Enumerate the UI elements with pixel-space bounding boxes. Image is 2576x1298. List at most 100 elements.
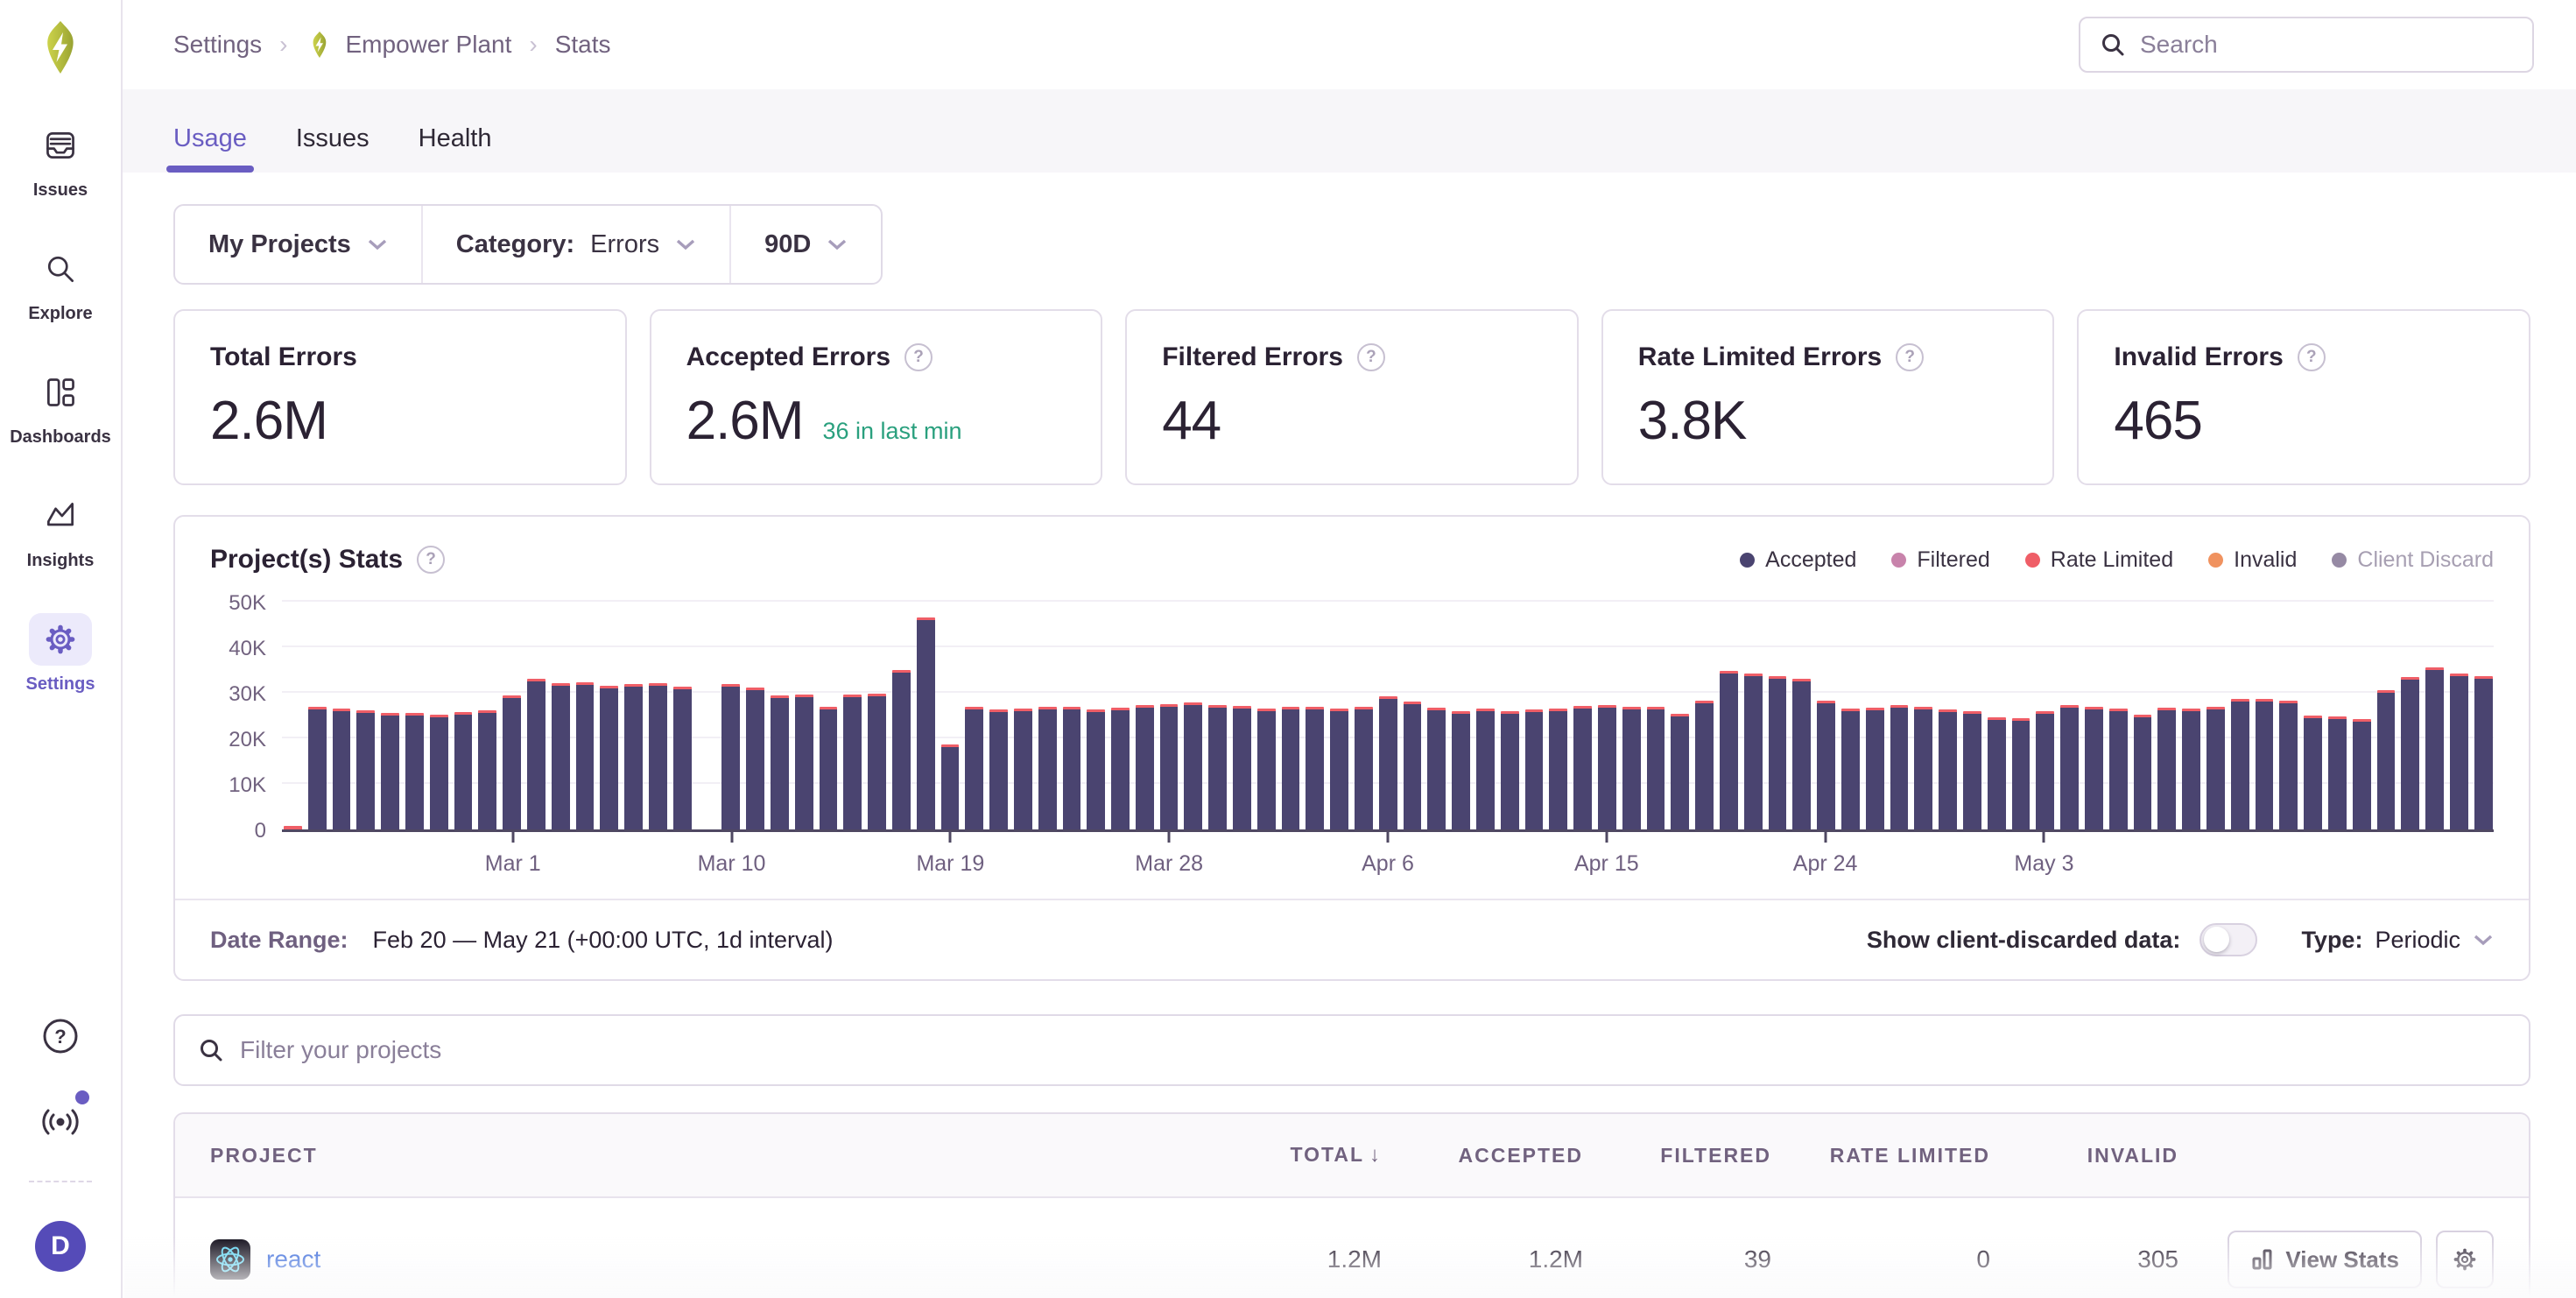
project-link[interactable]: react	[266, 1245, 320, 1273]
card-note: 36 in last min	[822, 418, 961, 445]
sidebar-item-dashboards[interactable]: Dashboards	[10, 366, 111, 448]
chart-bar	[1792, 679, 1811, 829]
chart-bar	[1038, 707, 1057, 829]
client-discard-toggle[interactable]	[2199, 923, 2257, 956]
card-invalid-errors: Invalid Errors ? 465	[2077, 309, 2530, 485]
chart-bar	[1866, 708, 1884, 829]
legend-dot	[2332, 553, 2347, 568]
chart-bar	[454, 712, 473, 829]
chart-bar	[989, 709, 1008, 829]
help-button[interactable]: ?	[40, 1016, 81, 1061]
chart-bar	[1111, 708, 1130, 829]
date-range-selector[interactable]: 90D	[729, 206, 881, 283]
legend-client-discard[interactable]: Client Discard	[2332, 547, 2494, 573]
breadcrumb-settings[interactable]: Settings	[173, 31, 262, 59]
project-selector[interactable]: My Projects	[175, 206, 421, 283]
help-icon[interactable]: ?	[904, 343, 933, 371]
help-icon[interactable]: ?	[2298, 343, 2326, 371]
chart-bar	[1136, 705, 1154, 829]
react-platform-icon	[210, 1239, 250, 1280]
breadcrumb-project[interactable]: Empower Plant	[306, 31, 512, 59]
x-tick-label: Apr 15	[1574, 851, 1639, 877]
chart-bar	[965, 707, 983, 829]
x-tick-label: Mar 28	[1135, 851, 1203, 877]
chart-bar	[2231, 699, 2249, 829]
chart-bar	[1549, 709, 1567, 829]
x-tick-label: Mar 1	[485, 851, 541, 877]
legend-dot	[2025, 553, 2040, 568]
col-accepted[interactable]: ACCEPTED	[1382, 1144, 1583, 1167]
help-icon[interactable]: ?	[417, 546, 445, 574]
chart-bar	[1087, 709, 1105, 829]
col-project[interactable]: PROJECT	[210, 1144, 1180, 1167]
type-selector[interactable]: Type: Periodic	[2301, 927, 2494, 954]
legend-filtered[interactable]: Filtered	[1891, 547, 1989, 573]
project-settings-button[interactable]	[2436, 1231, 2494, 1288]
search-input[interactable]	[2140, 31, 2513, 59]
chart-bar	[1330, 709, 1348, 829]
project-filter-box[interactable]	[173, 1014, 2530, 1086]
project-logo-icon	[306, 31, 334, 59]
col-rate-limited[interactable]: RATE LIMITED	[1771, 1144, 1990, 1167]
tab-issues[interactable]: Issues	[296, 124, 370, 173]
chart-bar	[600, 686, 618, 829]
col-total[interactable]: TOTAL↓	[1180, 1143, 1382, 1167]
chart-bar	[333, 709, 351, 829]
chart-bar	[2401, 677, 2419, 829]
whats-new-button[interactable]	[39, 1099, 82, 1142]
col-invalid[interactable]: INVALID	[1990, 1144, 2178, 1167]
bar-chart: 010K20K30K40K50K	[175, 582, 2529, 832]
chart-bar	[2450, 674, 2468, 829]
chart-bar	[381, 713, 399, 829]
x-tick-label: Mar 19	[916, 851, 984, 877]
chart-bar	[624, 684, 643, 829]
x-tick	[1824, 832, 1826, 843]
help-icon[interactable]: ?	[1357, 343, 1385, 371]
type-value: Periodic	[2375, 927, 2460, 954]
sidebar-item-issues[interactable]: Issues	[29, 119, 92, 201]
chart-bar	[1841, 709, 1860, 829]
col-filtered[interactable]: FILTERED	[1583, 1144, 1771, 1167]
tab-usage[interactable]: Usage	[173, 124, 247, 173]
issues-icon	[29, 119, 92, 172]
card-rate-limited-errors: Rate Limited Errors ? 3.8K	[1601, 309, 2055, 485]
view-stats-button[interactable]: View Stats	[2228, 1231, 2422, 1288]
help-icon[interactable]: ?	[1896, 343, 1924, 371]
legend-rate-limited[interactable]: Rate Limited	[2025, 547, 2173, 573]
cell-accepted: 1.2M	[1382, 1245, 1583, 1273]
legend-accepted[interactable]: Accepted	[1740, 547, 1856, 573]
sidebar-item-insights[interactable]: Insights	[27, 490, 95, 571]
chart-bar	[1379, 696, 1397, 829]
sidebar-item-settings[interactable]: Settings	[26, 613, 95, 695]
user-avatar[interactable]: D	[35, 1221, 86, 1272]
org-logo[interactable]	[32, 19, 88, 75]
project-stats-panel: Project(s) Stats ? Accepted Filtered Rat…	[173, 515, 2530, 981]
category-selector[interactable]: Category: Errors	[421, 206, 729, 283]
chevron-right-icon: ›	[529, 31, 537, 59]
chart-bar	[1233, 706, 1251, 829]
global-search[interactable]	[2079, 17, 2534, 73]
x-tick	[1387, 832, 1390, 843]
gear-icon	[29, 613, 92, 666]
legend-dot	[2208, 553, 2223, 568]
chart-bar	[843, 695, 862, 829]
sidebar-divider	[29, 1181, 92, 1182]
chart-bar	[284, 826, 302, 829]
score-cards: Total Errors 2.6M Accepted Errors ? 2.6M…	[173, 309, 2530, 485]
tab-health[interactable]: Health	[419, 124, 492, 173]
chart-bar	[2109, 709, 2128, 829]
sidebar-item-explore[interactable]: Explore	[28, 243, 92, 324]
legend-invalid[interactable]: Invalid	[2208, 547, 2297, 573]
chart-bar	[673, 687, 692, 829]
chart-bar	[552, 683, 570, 829]
toggle-knob	[2204, 927, 2229, 952]
cell-total: 1.2M	[1180, 1245, 1382, 1273]
x-tick	[949, 832, 952, 843]
chart-bar	[1501, 711, 1519, 829]
y-axis-labels: 010K20K30K40K50K	[198, 594, 282, 832]
x-tick	[730, 832, 733, 843]
chart-bar	[1257, 709, 1276, 829]
chart-bar	[2474, 676, 2493, 829]
project-filter-input[interactable]	[240, 1036, 2506, 1064]
y-tick-label: 10K	[229, 773, 266, 798]
